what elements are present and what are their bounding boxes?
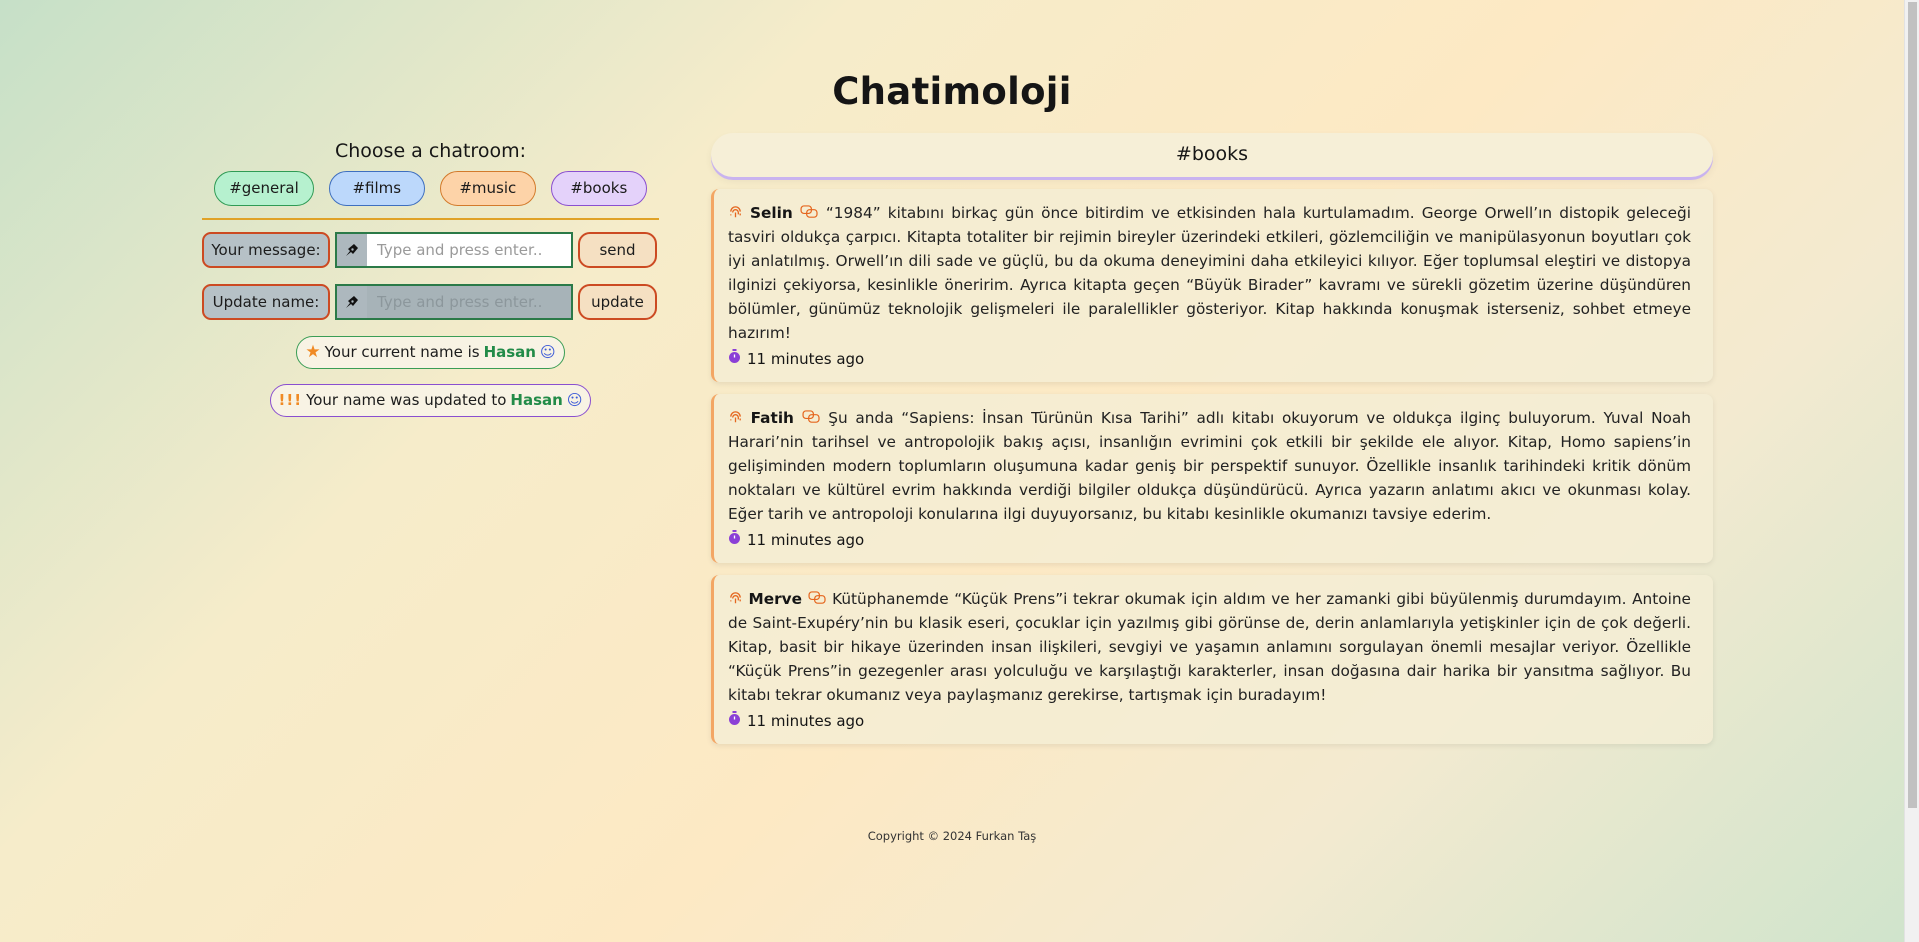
- current-name-value: Hasan: [483, 343, 536, 361]
- name-updated-value: Hasan: [510, 391, 563, 409]
- app-title: Chatimoloji: [832, 70, 1072, 113]
- stopwatch-icon: [728, 349, 741, 368]
- message-author: Selin: [750, 204, 793, 222]
- footer-copyright: Copyright © 2024 Furkan Taş: [867, 829, 1037, 843]
- room-general-button[interactable]: #general: [214, 171, 314, 206]
- smile-icon: ☺: [539, 343, 556, 361]
- message-text: Kütüphanemde “Küçük Prens”i tekrar okuma…: [728, 590, 1691, 704]
- page-scrollbar[interactable]: [1904, 0, 1919, 942]
- chat-bubbles-icon: [800, 204, 826, 222]
- message-input[interactable]: [367, 234, 571, 266]
- message-card: Fatih Şu anda “Sapiens: İnsan Türünün Kı…: [711, 394, 1713, 563]
- fingerprint-icon: [728, 590, 749, 608]
- divider: [202, 218, 659, 220]
- message-card: Merve Kütüphanemde “Küçük Prens”i tekrar…: [711, 575, 1713, 744]
- room-books-button[interactable]: #books: [550, 171, 647, 206]
- update-name-label: Update name:: [202, 284, 330, 320]
- message-text: Şu anda “Sapiens: İnsan Türünün Kısa Tar…: [728, 409, 1691, 523]
- chat-panel: #books Selin “1984” kitabını birkaç gün …: [711, 133, 1713, 744]
- message-time: 11 minutes ago: [747, 530, 865, 549]
- star-icon: ★: [305, 342, 321, 362]
- name-input[interactable]: [367, 286, 571, 318]
- scrollbar-thumb[interactable]: [1908, 2, 1917, 808]
- name-updated-badge: !!! Your name was updated to Hasan ☺: [269, 384, 592, 417]
- message-time: 11 minutes ago: [747, 711, 865, 730]
- name-updated-text: Your name was updated to: [306, 391, 507, 409]
- exclamation-mark: !!!: [278, 391, 303, 409]
- pen-nib-icon: [337, 286, 367, 318]
- room-films-button[interactable]: #films: [328, 171, 425, 206]
- fingerprint-icon: [728, 409, 751, 427]
- stopwatch-icon: [728, 530, 741, 549]
- choose-chatroom-label: Choose a chatroom:: [334, 140, 526, 162]
- name-row: Update name: update: [202, 284, 659, 320]
- room-header: #books: [711, 133, 1713, 177]
- current-name-prefix: Your current name is: [324, 343, 480, 361]
- message-author: Merve: [748, 590, 803, 608]
- current-name-badge: ★ Your current name is Hasan ☺: [296, 336, 565, 369]
- chatroom-list: #general #films #music #books: [202, 171, 659, 206]
- smile-icon: ☺: [566, 391, 583, 409]
- send-button[interactable]: send: [578, 232, 657, 268]
- message-row: Your message: send: [202, 232, 659, 268]
- message-card: Selin “1984” kitabını birkaç gün önce bi…: [711, 189, 1713, 382]
- room-music-button[interactable]: #music: [439, 171, 536, 206]
- name-input-wrapper: [335, 284, 573, 320]
- update-button[interactable]: update: [578, 284, 657, 320]
- sidebar: Choose a chatroom: #general #films #musi…: [202, 140, 659, 432]
- message-label: Your message:: [202, 232, 330, 268]
- message-author: Fatih: [750, 409, 794, 427]
- message-input-wrapper: [335, 232, 573, 268]
- chat-bubbles-icon: [808, 590, 833, 608]
- fingerprint-icon: [728, 204, 750, 222]
- stopwatch-icon: [728, 711, 741, 730]
- message-time: 11 minutes ago: [747, 349, 865, 368]
- chat-bubbles-icon: [802, 409, 829, 427]
- pen-nib-icon: [337, 234, 367, 266]
- message-text: “1984” kitabını birkaç gün önce bitirdim…: [728, 204, 1691, 342]
